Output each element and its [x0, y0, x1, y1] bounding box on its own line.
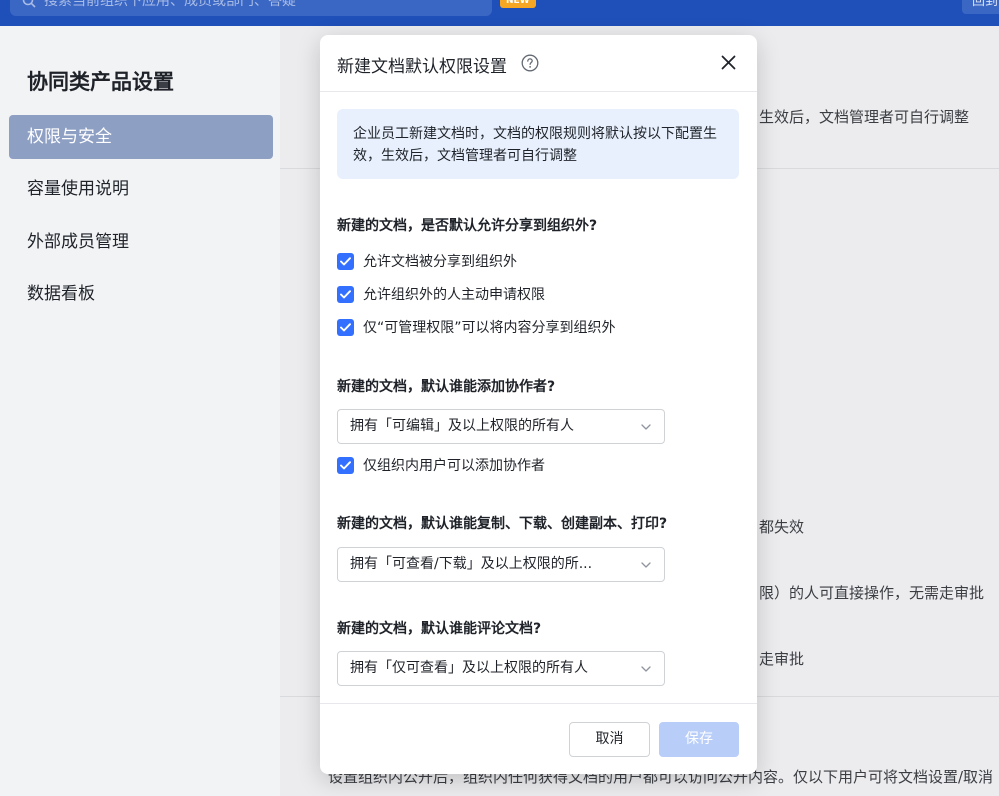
dialog-footer: 取消 保存 — [320, 703, 757, 774]
chevron-down-icon — [641, 562, 651, 568]
help-icon[interactable] — [521, 54, 539, 72]
chevron-down-icon — [641, 424, 651, 430]
checkbox-label: 仅组织内用户可以添加协作者 — [363, 458, 545, 474]
cancel-button[interactable]: 取消 — [569, 722, 650, 757]
comment-section-title: 新建的文档，默认谁能评论文档? — [337, 621, 542, 637]
chevron-down-icon — [641, 666, 651, 672]
close-icon[interactable] — [720, 54, 737, 71]
allow-external-request-checkbox[interactable]: 允许组织外的人主动申请权限 — [337, 284, 545, 304]
copy-download-select[interactable]: 拥有「可查看/下载」及以上权限的所... — [337, 547, 665, 582]
checkbox-checked-icon[interactable] — [337, 318, 354, 336]
dialog-title: 新建文档默认权限设置 — [337, 57, 507, 77]
internal-only-collaborator-checkbox[interactable]: 仅组织内用户可以添加协作者 — [337, 455, 545, 475]
info-notice: 企业员工新建文档时，文档的权限规则将默认按以下配置生效，生效后，文档管理者可自行… — [337, 109, 739, 179]
comment-select[interactable]: 拥有「仅可查看」及以上权限的所有人 — [337, 651, 665, 686]
copy-download-section-title: 新建的文档，默认谁能复制、下载、创建副本、打印? — [337, 516, 668, 532]
select-value: 拥有「可查看/下载」及以上权限的所... — [350, 556, 593, 572]
share-section-title: 新建的文档，是否默认允许分享到组织外? — [337, 218, 598, 234]
dialog-header: 新建文档默认权限设置 — [320, 35, 757, 92]
checkbox-label: 允许文档被分享到组织外 — [363, 254, 517, 270]
checkbox-checked-icon[interactable] — [337, 285, 354, 303]
add-collaborator-select[interactable]: 拥有「可编辑」及以上权限的所有人 — [337, 409, 665, 444]
checkbox-label: 允许组织外的人主动申请权限 — [363, 287, 545, 303]
default-permission-dialog: 新建文档默认权限设置 企业员工新建文档时，文档的权限规则将默认按以下配置生效，生… — [320, 35, 757, 774]
checkbox-checked-icon[interactable] — [337, 252, 354, 270]
allow-share-outside-checkbox[interactable]: 允许文档被分享到组织外 — [337, 251, 517, 271]
select-value: 拥有「仅可查看」及以上权限的所有人 — [350, 660, 588, 676]
checkbox-checked-icon[interactable] — [337, 456, 354, 474]
save-button[interactable]: 保存 — [659, 722, 739, 757]
checkbox-label: 仅“可管理权限”可以将内容分享到组织外 — [363, 320, 616, 336]
select-value: 拥有「可编辑」及以上权限的所有人 — [350, 418, 574, 434]
manage-only-share-checkbox[interactable]: 仅“可管理权限”可以将内容分享到组织外 — [337, 317, 616, 337]
collaborator-section-title: 新建的文档，默认谁能添加协作者? — [337, 379, 556, 395]
